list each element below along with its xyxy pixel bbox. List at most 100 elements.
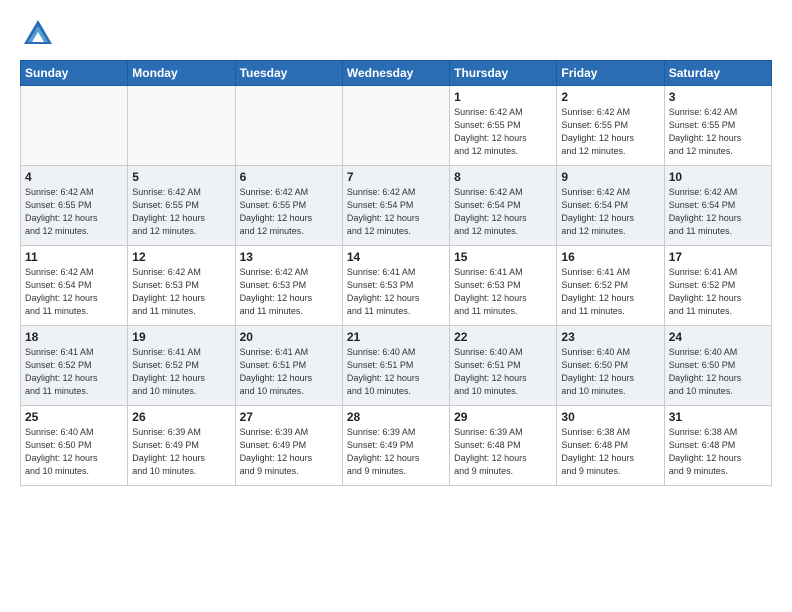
day-info: Sunrise: 6:39 AM Sunset: 6:49 PM Dayligh… — [347, 426, 445, 478]
calendar-cell: 4 Sunrise: 6:42 AM Sunset: 6:55 PM Daylig… — [21, 166, 128, 246]
calendar-cell: 19 Sunrise: 6:41 AM Sunset: 6:52 PM Dayli… — [128, 326, 235, 406]
calendar-cell: 20 Sunrise: 6:41 AM Sunset: 6:51 PM Dayli… — [235, 326, 342, 406]
col-wednesday: Wednesday — [342, 61, 449, 86]
day-number: 2 — [561, 90, 659, 104]
calendar-cell: 30 Sunrise: 6:38 AM Sunset: 6:48 PM Dayli… — [557, 406, 664, 486]
calendar-cell: 3 Sunrise: 6:42 AM Sunset: 6:55 PM Daylig… — [664, 86, 771, 166]
calendar-week-4: 18 Sunrise: 6:41 AM Sunset: 6:52 PM Dayli… — [21, 326, 772, 406]
day-info: Sunrise: 6:41 AM Sunset: 6:53 PM Dayligh… — [347, 266, 445, 318]
day-info: Sunrise: 6:42 AM Sunset: 6:55 PM Dayligh… — [561, 106, 659, 158]
day-number: 26 — [132, 410, 230, 424]
calendar-cell: 17 Sunrise: 6:41 AM Sunset: 6:52 PM Dayli… — [664, 246, 771, 326]
day-info: Sunrise: 6:41 AM Sunset: 6:52 PM Dayligh… — [669, 266, 767, 318]
calendar-cell: 9 Sunrise: 6:42 AM Sunset: 6:54 PM Daylig… — [557, 166, 664, 246]
calendar-table: Sunday Monday Tuesday Wednesday Thursday… — [20, 60, 772, 486]
day-info: Sunrise: 6:39 AM Sunset: 6:48 PM Dayligh… — [454, 426, 552, 478]
col-thursday: Thursday — [450, 61, 557, 86]
day-info: Sunrise: 6:41 AM Sunset: 6:52 PM Dayligh… — [132, 346, 230, 398]
calendar-cell — [235, 86, 342, 166]
day-info: Sunrise: 6:42 AM Sunset: 6:54 PM Dayligh… — [347, 186, 445, 238]
calendar-cell: 16 Sunrise: 6:41 AM Sunset: 6:52 PM Dayli… — [557, 246, 664, 326]
day-info: Sunrise: 6:38 AM Sunset: 6:48 PM Dayligh… — [669, 426, 767, 478]
day-number: 7 — [347, 170, 445, 184]
calendar-cell: 29Sunrise: 6:39 AM Sunset: 6:48 PM Dayli… — [450, 406, 557, 486]
calendar-cell: 8 Sunrise: 6:42 AM Sunset: 6:54 PM Daylig… — [450, 166, 557, 246]
day-number: 9 — [561, 170, 659, 184]
calendar-header-row: Sunday Monday Tuesday Wednesday Thursday… — [21, 61, 772, 86]
calendar-cell: 22 Sunrise: 6:40 AM Sunset: 6:51 PM Dayli… — [450, 326, 557, 406]
calendar-cell: 31 Sunrise: 6:38 AM Sunset: 6:48 PM Dayli… — [664, 406, 771, 486]
day-info: Sunrise: 6:42 AM Sunset: 6:53 PM Dayligh… — [240, 266, 338, 318]
day-info: Sunrise: 6:39 AM Sunset: 6:49 PM Dayligh… — [132, 426, 230, 478]
day-number: 16 — [561, 250, 659, 264]
day-info: Sunrise: 6:40 AM Sunset: 6:50 PM Dayligh… — [561, 346, 659, 398]
day-number: 15 — [454, 250, 552, 264]
col-saturday: Saturday — [664, 61, 771, 86]
day-number: 18 — [25, 330, 123, 344]
day-number: 30 — [561, 410, 659, 424]
calendar-cell: 6 Sunrise: 6:42 AM Sunset: 6:55 PM Daylig… — [235, 166, 342, 246]
calendar-cell: 24 Sunrise: 6:40 AM Sunset: 6:50 PM Dayli… — [664, 326, 771, 406]
logo — [20, 16, 60, 52]
calendar-week-5: 25Sunrise: 6:40 AM Sunset: 6:50 PM Dayli… — [21, 406, 772, 486]
day-info: Sunrise: 6:40 AM Sunset: 6:50 PM Dayligh… — [669, 346, 767, 398]
day-info: Sunrise: 6:42 AM Sunset: 6:55 PM Dayligh… — [669, 106, 767, 158]
day-number: 23 — [561, 330, 659, 344]
day-info: Sunrise: 6:42 AM Sunset: 6:55 PM Dayligh… — [240, 186, 338, 238]
day-info: Sunrise: 6:42 AM Sunset: 6:54 PM Dayligh… — [669, 186, 767, 238]
day-number: 12 — [132, 250, 230, 264]
header — [20, 16, 772, 52]
day-number: 14 — [347, 250, 445, 264]
day-number: 8 — [454, 170, 552, 184]
day-info: Sunrise: 6:42 AM Sunset: 6:55 PM Dayligh… — [25, 186, 123, 238]
day-info: Sunrise: 6:38 AM Sunset: 6:48 PM Dayligh… — [561, 426, 659, 478]
calendar-cell: 21 Sunrise: 6:40 AM Sunset: 6:51 PM Dayli… — [342, 326, 449, 406]
calendar-week-2: 4 Sunrise: 6:42 AM Sunset: 6:55 PM Daylig… — [21, 166, 772, 246]
calendar-cell: 26 Sunrise: 6:39 AM Sunset: 6:49 PM Dayli… — [128, 406, 235, 486]
day-info: Sunrise: 6:40 AM Sunset: 6:51 PM Dayligh… — [454, 346, 552, 398]
col-sunday: Sunday — [21, 61, 128, 86]
day-info: Sunrise: 6:40 AM Sunset: 6:51 PM Dayligh… — [347, 346, 445, 398]
calendar-cell: 18 Sunrise: 6:41 AM Sunset: 6:52 PM Dayli… — [21, 326, 128, 406]
day-number: 1 — [454, 90, 552, 104]
day-number: 19 — [132, 330, 230, 344]
calendar-cell: 14 Sunrise: 6:41 AM Sunset: 6:53 PM Dayli… — [342, 246, 449, 326]
calendar-cell: 25Sunrise: 6:40 AM Sunset: 6:50 PM Dayli… — [21, 406, 128, 486]
day-number: 25 — [25, 410, 123, 424]
col-friday: Friday — [557, 61, 664, 86]
day-number: 11 — [25, 250, 123, 264]
calendar-cell: 13Sunrise: 6:42 AM Sunset: 6:53 PM Dayli… — [235, 246, 342, 326]
day-info: Sunrise: 6:41 AM Sunset: 6:52 PM Dayligh… — [25, 346, 123, 398]
calendar-cell: 15Sunrise: 6:41 AM Sunset: 6:53 PM Dayli… — [450, 246, 557, 326]
day-number: 3 — [669, 90, 767, 104]
day-info: Sunrise: 6:42 AM Sunset: 6:54 PM Dayligh… — [25, 266, 123, 318]
day-number: 22 — [454, 330, 552, 344]
col-monday: Monday — [128, 61, 235, 86]
day-number: 5 — [132, 170, 230, 184]
day-info: Sunrise: 6:42 AM Sunset: 6:54 PM Dayligh… — [454, 186, 552, 238]
calendar-week-1: 1 Sunrise: 6:42 AM Sunset: 6:55 PM Daylig… — [21, 86, 772, 166]
calendar-cell — [342, 86, 449, 166]
day-number: 20 — [240, 330, 338, 344]
day-number: 31 — [669, 410, 767, 424]
calendar-cell: 23 Sunrise: 6:40 AM Sunset: 6:50 PM Dayli… — [557, 326, 664, 406]
day-info: Sunrise: 6:39 AM Sunset: 6:49 PM Dayligh… — [240, 426, 338, 478]
day-number: 4 — [25, 170, 123, 184]
day-info: Sunrise: 6:42 AM Sunset: 6:54 PM Dayligh… — [561, 186, 659, 238]
day-number: 21 — [347, 330, 445, 344]
page: Sunday Monday Tuesday Wednesday Thursday… — [0, 0, 792, 612]
day-number: 28 — [347, 410, 445, 424]
day-info: Sunrise: 6:42 AM Sunset: 6:55 PM Dayligh… — [454, 106, 552, 158]
day-info: Sunrise: 6:41 AM Sunset: 6:51 PM Dayligh… — [240, 346, 338, 398]
calendar-cell: 7 Sunrise: 6:42 AM Sunset: 6:54 PM Daylig… — [342, 166, 449, 246]
day-info: Sunrise: 6:42 AM Sunset: 6:53 PM Dayligh… — [132, 266, 230, 318]
day-number: 17 — [669, 250, 767, 264]
calendar-cell: 28 Sunrise: 6:39 AM Sunset: 6:49 PM Dayli… — [342, 406, 449, 486]
calendar-cell: 12 Sunrise: 6:42 AM Sunset: 6:53 PM Dayli… — [128, 246, 235, 326]
day-number: 10 — [669, 170, 767, 184]
day-number: 24 — [669, 330, 767, 344]
calendar-week-3: 11 Sunrise: 6:42 AM Sunset: 6:54 PM Dayli… — [21, 246, 772, 326]
day-info: Sunrise: 6:41 AM Sunset: 6:52 PM Dayligh… — [561, 266, 659, 318]
day-number: 6 — [240, 170, 338, 184]
calendar-cell: 10 Sunrise: 6:42 AM Sunset: 6:54 PM Dayli… — [664, 166, 771, 246]
